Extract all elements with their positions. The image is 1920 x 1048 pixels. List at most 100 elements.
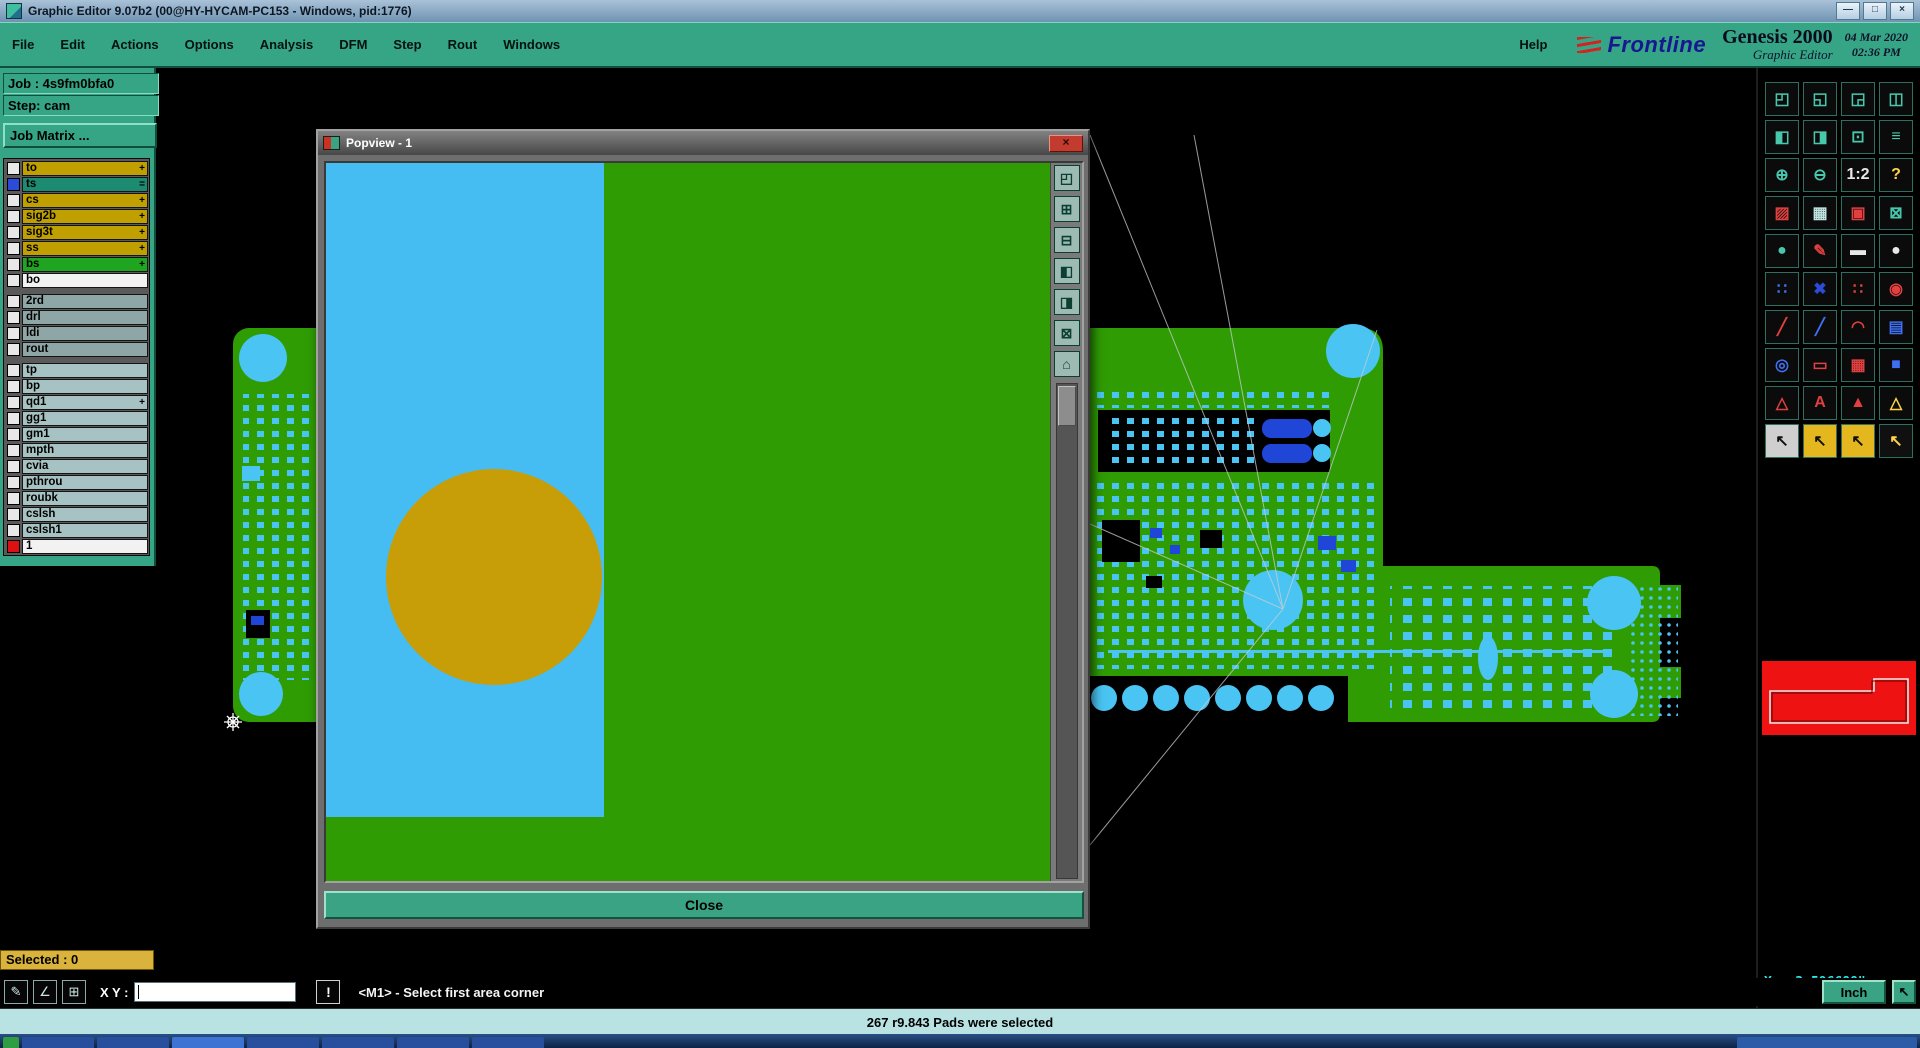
popview-titlebar[interactable]: Popview - 1 × (318, 131, 1088, 155)
menu-item[interactable]: Actions (111, 37, 159, 52)
angle-tool-icon[interactable]: ∠ (33, 980, 57, 1004)
layer-visibility-checkbox[interactable] (7, 491, 20, 505)
surface-icon[interactable]: ▤ (1879, 310, 1913, 344)
layer-row[interactable]: bp (5, 378, 148, 394)
layer-row[interactable]: ldi (5, 325, 148, 341)
red-pads-icon[interactable]: ◉ (1879, 272, 1913, 306)
popview-zoom-out-icon[interactable]: ⊟ (1053, 227, 1080, 253)
taskbar-item[interactable] (247, 1037, 319, 1048)
popview-next-icon[interactable]: ◨ (1053, 289, 1080, 315)
layer-row[interactable]: mpth (5, 442, 148, 458)
layer-row[interactable]: sig2b + (5, 208, 148, 224)
hatch-icon[interactable]: ▦ (1841, 348, 1875, 382)
pointer-mode-button[interactable]: ↖ (1892, 980, 1916, 1004)
layer-row[interactable]: to + (5, 160, 148, 176)
layer-visibility-checkbox[interactable] (7, 507, 20, 521)
layer-row[interactable]: pthrou (5, 474, 148, 490)
layer-row[interactable]: bs + (5, 256, 148, 272)
layer-visibility-checkbox[interactable] (7, 310, 20, 324)
layer-row[interactable]: gm1 (5, 426, 148, 442)
menu-item[interactable]: Options (185, 37, 234, 52)
menu-help[interactable]: Help (1519, 37, 1547, 52)
job-matrix-button[interactable]: Job Matrix ... (3, 123, 157, 148)
layer-row[interactable]: gg1 (5, 410, 148, 426)
layer-visibility-checkbox[interactable] (7, 193, 20, 207)
taskbar-tray[interactable] (1737, 1037, 1917, 1048)
menu-item[interactable]: Analysis (260, 37, 313, 52)
layer-visibility-checkbox[interactable] (7, 523, 20, 537)
layer-visibility-checkbox[interactable] (7, 273, 20, 287)
layer-row[interactable]: bo (5, 272, 148, 288)
popview-zoom-in-icon[interactable]: ⊞ (1053, 196, 1080, 222)
layer-visibility-checkbox[interactable] (7, 379, 20, 393)
taskbar-item[interactable] (3, 1037, 19, 1048)
alert-button[interactable]: ! (316, 980, 341, 1004)
filled-pad-icon[interactable]: ● (1879, 234, 1913, 268)
layer-visibility-checkbox[interactable] (7, 257, 20, 271)
layer-visibility-checkbox[interactable] (7, 411, 20, 425)
menu-item[interactable]: Step (393, 37, 421, 52)
red-points-icon[interactable]: ∷ (1841, 272, 1875, 306)
layer-visibility-checkbox[interactable] (7, 475, 20, 489)
delete-icon[interactable]: ✖ (1803, 272, 1837, 306)
dfm-mark-icon[interactable]: △ (1879, 386, 1913, 420)
units-button[interactable]: Inch (1822, 980, 1886, 1004)
maximize-button[interactable]: □ (1863, 2, 1887, 20)
taskbar-item[interactable] (322, 1037, 394, 1048)
round-pad-icon[interactable]: ● (1765, 234, 1799, 268)
cursor-select-icon[interactable]: ↖ (1765, 424, 1799, 458)
popview-close-button[interactable]: Close (324, 891, 1084, 919)
clip-area-icon[interactable]: ▨ (1765, 196, 1799, 230)
layer-visibility-checkbox[interactable] (7, 459, 20, 473)
layer-visibility-checkbox[interactable] (7, 241, 20, 255)
layer-visibility-checkbox[interactable] (7, 209, 20, 223)
blue-line-icon[interactable]: ╱ (1803, 310, 1837, 344)
layer-visibility-checkbox[interactable] (7, 342, 20, 356)
layer-row[interactable]: ts = (5, 176, 148, 192)
layer-visibility-checkbox[interactable] (7, 161, 20, 175)
layer-visibility-checkbox[interactable] (7, 427, 20, 441)
cursor-select-yellow-icon[interactable]: ↖ (1803, 424, 1837, 458)
zoom-window-icon[interactable]: ⊡ (1841, 120, 1875, 154)
popview-scrollbar[interactable] (1055, 383, 1078, 879)
menu-item[interactable]: Windows (503, 37, 560, 52)
solid-fill-icon[interactable]: ■ (1879, 348, 1913, 382)
taskbar-item[interactable] (397, 1037, 469, 1048)
layer-row[interactable]: roubk (5, 490, 148, 506)
layer-visibility-checkbox[interactable] (7, 395, 20, 409)
layer-visibility-checkbox[interactable] (7, 326, 20, 340)
popview-view[interactable] (326, 163, 1050, 881)
layer-row[interactable]: qd1 + (5, 394, 148, 410)
layer-row[interactable]: sig3t + (5, 224, 148, 240)
dfm-letter-icon[interactable]: A (1803, 386, 1837, 420)
popview-home-icon[interactable]: ⌂ (1053, 351, 1080, 377)
layer-row[interactable]: rout (5, 341, 148, 357)
menu-item[interactable]: File (12, 37, 34, 52)
popview-prev-icon[interactable]: ◧ (1053, 258, 1080, 284)
new-window-icon[interactable]: ◰ (1765, 82, 1799, 116)
erase-icon[interactable]: ▭ (1803, 348, 1837, 382)
zoom-in-icon[interactable]: ⊕ (1765, 158, 1799, 192)
layer-visibility-checkbox[interactable] (7, 225, 20, 239)
previous-view-icon[interactable]: ◧ (1765, 120, 1799, 154)
via-icon[interactable]: ◎ (1765, 348, 1799, 382)
popview-duplicate-icon[interactable]: ◰ (1053, 165, 1080, 191)
grid-snap-icon[interactable]: ▦ (1803, 196, 1837, 230)
measure-icon[interactable]: ⊠ (1879, 196, 1913, 230)
tile-windows-icon[interactable]: ◫ (1879, 82, 1913, 116)
layer-list-icon[interactable]: ≡ (1879, 120, 1913, 154)
menu-item[interactable]: Edit (60, 37, 85, 52)
minimize-button[interactable]: — (1836, 2, 1860, 20)
layer-row[interactable]: ss + (5, 240, 148, 256)
layer-row[interactable]: 1 (5, 538, 148, 554)
menu-item[interactable]: DFM (339, 37, 367, 52)
draw-tool-icon[interactable]: ✎ (4, 980, 28, 1004)
dfm-alert-icon[interactable]: ▲ (1841, 386, 1875, 420)
arc-icon[interactable]: ◠ (1841, 310, 1875, 344)
xy-input[interactable] (134, 982, 297, 1002)
layer-visibility-checkbox[interactable] (7, 539, 20, 553)
line-style-icon[interactable]: ▬ (1841, 234, 1875, 268)
popview-scrollbar-thumb[interactable] (1057, 386, 1076, 426)
layer-row[interactable]: cslsh1 (5, 522, 148, 538)
highlight-icon[interactable]: ▣ (1841, 196, 1875, 230)
